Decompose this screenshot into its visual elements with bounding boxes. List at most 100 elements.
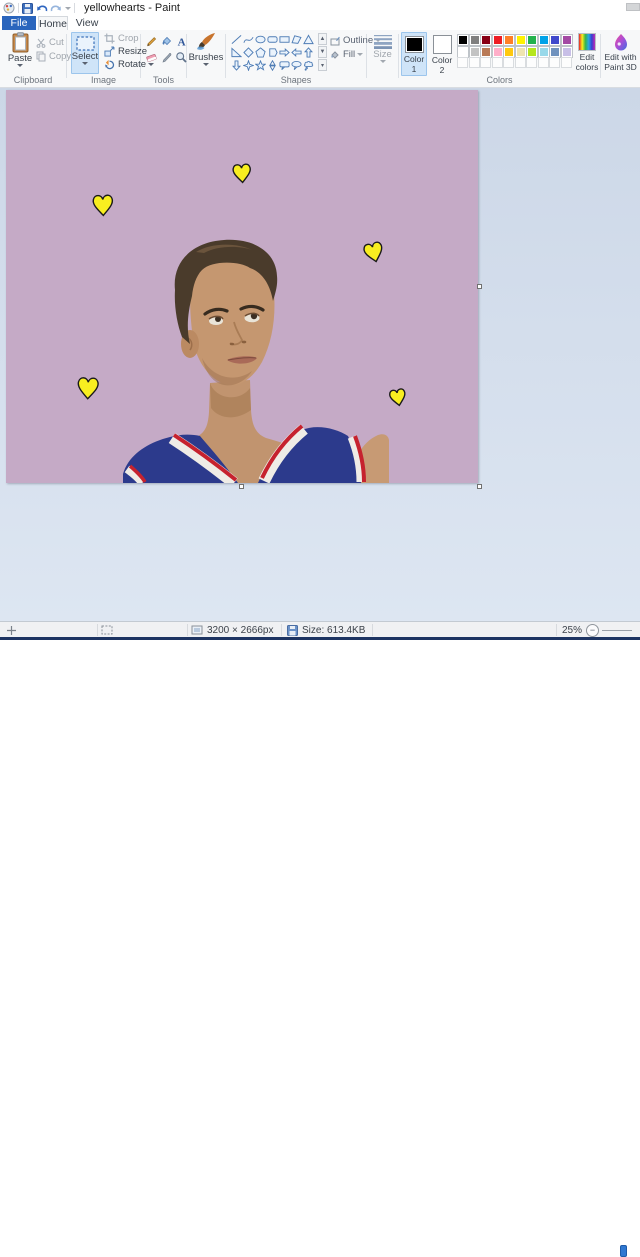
redo-button[interactable] bbox=[50, 3, 62, 14]
shapes-scroll-up[interactable]: ▲ bbox=[318, 33, 327, 45]
tab-view[interactable]: View bbox=[72, 16, 102, 30]
shape-oval-callout[interactable] bbox=[290, 59, 302, 72]
size-caret[interactable] bbox=[380, 60, 386, 63]
work-area[interactable] bbox=[0, 88, 640, 621]
palette-color-r2-0[interactable] bbox=[457, 46, 469, 58]
save-button[interactable] bbox=[22, 3, 33, 14]
shapes-more-button[interactable]: ▾ bbox=[318, 59, 327, 71]
image-group-label: Image bbox=[67, 75, 140, 85]
shape-right-triangle[interactable] bbox=[230, 46, 242, 59]
select-button[interactable]: Select bbox=[71, 32, 99, 74]
shape-six-point-star[interactable] bbox=[266, 59, 278, 72]
canvas-resize-handle-right[interactable] bbox=[477, 284, 482, 289]
color2-button[interactable]: Color 2 bbox=[429, 32, 455, 76]
color-picker-tool[interactable] bbox=[159, 50, 173, 65]
shape-five-point-star[interactable] bbox=[254, 59, 266, 72]
palette-color-r1-8[interactable] bbox=[549, 34, 561, 46]
palette-color-r2-7[interactable] bbox=[538, 46, 550, 58]
shape-four-point-star[interactable] bbox=[242, 59, 254, 72]
shape-rounded-callout[interactable] bbox=[278, 59, 290, 72]
shapes-group: ▲ ▼ ▾ Outline Fill Shapes bbox=[226, 30, 366, 87]
shape-cloud-callout[interactable] bbox=[302, 59, 314, 72]
edit-with-paint3d-button[interactable]: Edit with Paint 3D bbox=[603, 33, 638, 73]
fill-with-color-tool[interactable] bbox=[159, 34, 173, 49]
magnifier-tool[interactable] bbox=[174, 50, 188, 65]
palette-empty-slot-6[interactable] bbox=[526, 57, 537, 68]
palette-empty-slot-8[interactable] bbox=[549, 57, 560, 68]
paste-caret[interactable] bbox=[17, 64, 23, 67]
palette-color-r1-2[interactable] bbox=[480, 34, 492, 46]
palette-color-r2-3[interactable] bbox=[492, 46, 504, 58]
palette-color-r1-4[interactable] bbox=[503, 34, 515, 46]
shape-oval[interactable] bbox=[254, 33, 266, 46]
palette-color-r1-3[interactable] bbox=[492, 34, 504, 46]
shapes-scroll-down[interactable]: ▼ bbox=[318, 46, 327, 58]
shape-down-arrow[interactable] bbox=[230, 59, 242, 72]
text-tool[interactable]: A bbox=[174, 34, 188, 49]
palette-color-r2-8[interactable] bbox=[549, 46, 561, 58]
edit-colors-button[interactable]: Edit colors bbox=[575, 33, 599, 73]
palette-empty-slot-5[interactable] bbox=[515, 57, 526, 68]
pencil-tool[interactable] bbox=[144, 34, 158, 49]
color1-button[interactable]: Color 1 bbox=[401, 32, 427, 76]
copy-icon bbox=[36, 51, 46, 62]
shape-rectangle[interactable] bbox=[278, 33, 290, 46]
shape-hexagon[interactable] bbox=[266, 46, 278, 59]
shape-rounded-rectangle[interactable] bbox=[266, 33, 278, 46]
zoom-out-button[interactable]: − bbox=[586, 622, 599, 638]
brushes-button[interactable]: Brushes bbox=[191, 32, 221, 66]
palette-empty-slot-3[interactable] bbox=[492, 57, 503, 68]
palette-empty-slot-7[interactable] bbox=[538, 57, 549, 68]
palette-color-r2-1[interactable] bbox=[469, 46, 481, 58]
select-caret[interactable] bbox=[82, 62, 88, 65]
paste-icon bbox=[12, 32, 29, 53]
cut-button[interactable]: Cut bbox=[36, 37, 64, 48]
palette-color-r2-9[interactable] bbox=[561, 46, 573, 58]
fill-button[interactable]: Fill bbox=[330, 49, 363, 60]
palette-color-r1-1[interactable] bbox=[469, 34, 481, 46]
zoom-slider[interactable] bbox=[602, 622, 632, 638]
brushes-caret[interactable] bbox=[203, 63, 209, 66]
palette-empty-slot-9[interactable] bbox=[561, 57, 572, 68]
undo-button[interactable] bbox=[36, 3, 48, 14]
canvas-resize-handle-bottom[interactable] bbox=[239, 484, 244, 489]
palette-empty-slot-4[interactable] bbox=[503, 57, 514, 68]
shape-triangle[interactable] bbox=[302, 33, 314, 46]
tools-group: A Tools bbox=[141, 30, 186, 87]
crop-button[interactable]: Crop bbox=[104, 33, 139, 44]
brushes-group: Brushes bbox=[187, 30, 225, 87]
fill-caret[interactable] bbox=[357, 53, 363, 56]
cursor-position-indicator bbox=[6, 622, 17, 638]
shape-diamond[interactable] bbox=[242, 46, 254, 59]
palette-color-r1-7[interactable] bbox=[538, 34, 550, 46]
shape-polygon[interactable] bbox=[290, 33, 302, 46]
palette-color-r1-5[interactable] bbox=[515, 34, 527, 46]
palette-color-r1-0[interactable] bbox=[457, 34, 469, 46]
zoom-slider-thumb[interactable] bbox=[620, 1245, 627, 1257]
palette-color-r2-4[interactable] bbox=[503, 46, 515, 58]
copy-button[interactable]: Copy bbox=[36, 51, 71, 62]
tab-home[interactable]: Home bbox=[38, 16, 68, 30]
palette-empty-slot-0[interactable] bbox=[457, 57, 468, 68]
palette-color-r2-6[interactable] bbox=[526, 46, 538, 58]
palette-color-r2-5[interactable] bbox=[515, 46, 527, 58]
rotate-icon bbox=[104, 59, 115, 70]
shape-curve[interactable] bbox=[242, 33, 254, 46]
canvas-resize-handle-corner[interactable] bbox=[477, 484, 482, 489]
paint-canvas[interactable] bbox=[6, 90, 478, 483]
shape-line[interactable] bbox=[230, 33, 242, 46]
paste-button[interactable]: Paste bbox=[6, 32, 34, 67]
palette-empty-slot-1[interactable] bbox=[469, 57, 480, 68]
palette-color-r1-9[interactable] bbox=[561, 34, 573, 46]
palette-empty-slot-2[interactable] bbox=[480, 57, 491, 68]
size-button[interactable]: Size bbox=[369, 34, 396, 63]
tab-file[interactable]: File bbox=[2, 16, 36, 30]
shape-left-arrow[interactable] bbox=[290, 46, 302, 59]
shape-right-arrow[interactable] bbox=[278, 46, 290, 59]
shape-pentagon[interactable] bbox=[254, 46, 266, 59]
eraser-tool[interactable] bbox=[144, 50, 158, 65]
palette-color-r1-6[interactable] bbox=[526, 34, 538, 46]
qat-customize-caret[interactable] bbox=[65, 7, 71, 10]
shape-up-arrow[interactable] bbox=[302, 46, 314, 59]
palette-color-r2-2[interactable] bbox=[480, 46, 492, 58]
